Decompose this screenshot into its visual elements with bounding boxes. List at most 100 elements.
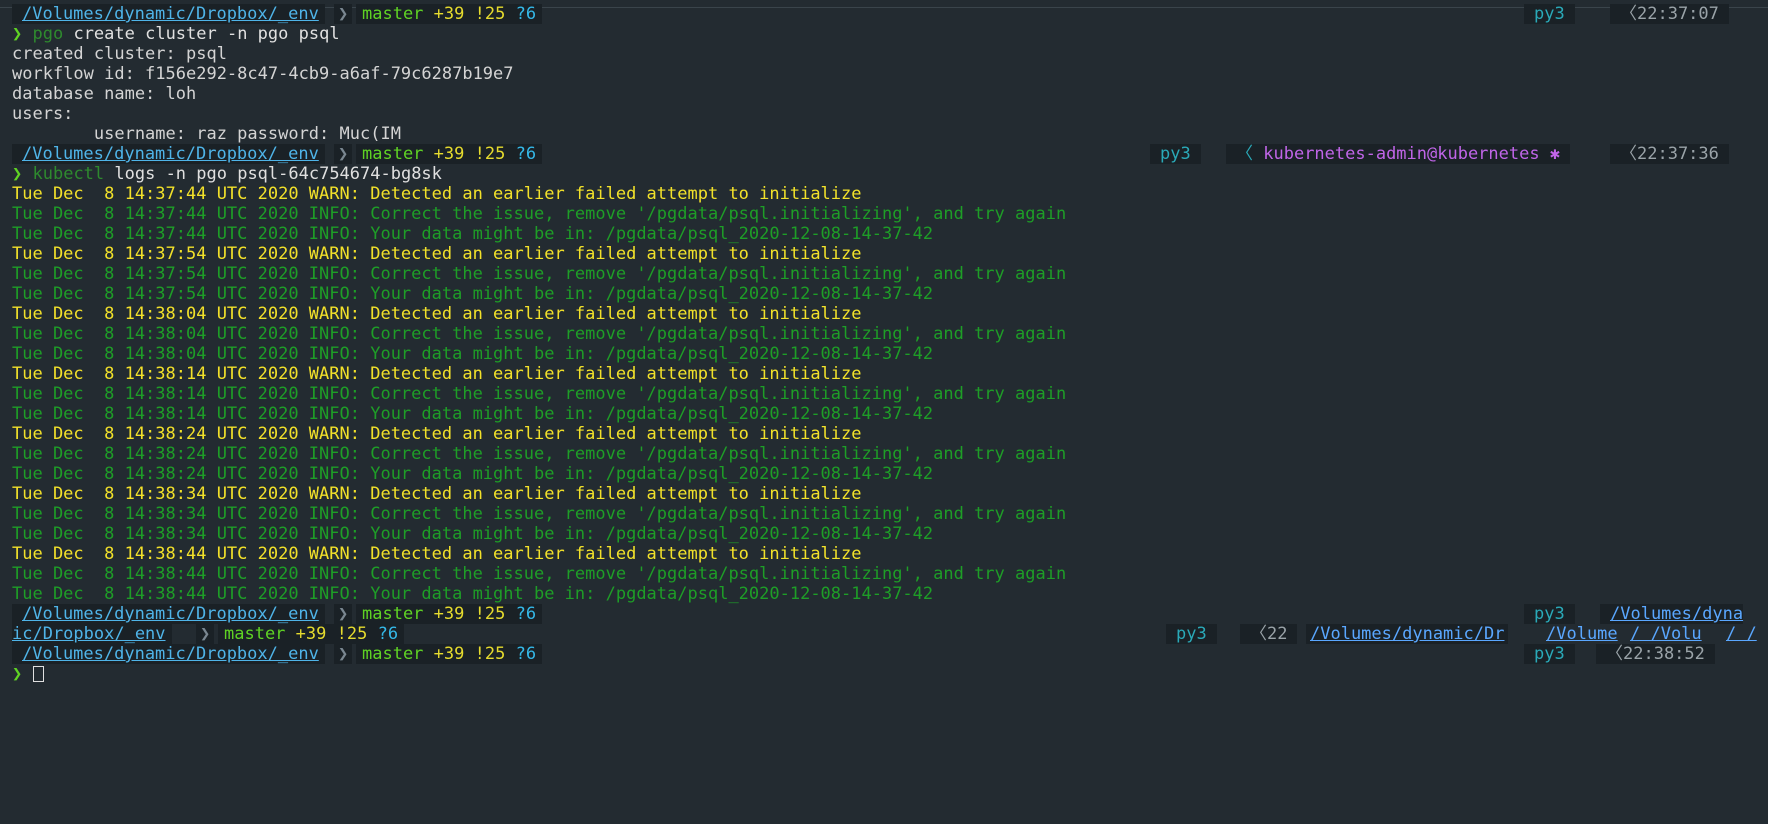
right-prompt-path: / / <box>1726 624 1757 644</box>
git-status: master +39 !25 ?6 <box>218 624 405 644</box>
clock-time: 22 <box>1267 624 1288 644</box>
log-line-info: Tue Dec 8 14:37:44 UTC 2020 INFO: Your d… <box>0 224 1768 244</box>
git-branch: master <box>362 4 424 24</box>
git-modified: !25 <box>336 624 368 644</box>
log-line-info: Tue Dec 8 14:38:14 UTC 2020 INFO: Your d… <box>0 404 1768 424</box>
kubernetes-icon: ✱ <box>1549 144 1561 164</box>
log-line-info: Tue Dec 8 14:37:54 UTC 2020 INFO: Correc… <box>0 264 1768 284</box>
log-text: Tue Dec 8 14:38:14 UTC 2020 WARN: Detect… <box>12 364 862 384</box>
log-line-warn: Tue Dec 8 14:38:44 UTC 2020 WARN: Detect… <box>0 544 1768 564</box>
git-modified: !25 <box>474 604 506 624</box>
git-ahead: +39 <box>433 604 465 624</box>
prompt-time: 〈22:37:07 <box>1610 4 1729 24</box>
git-status: master +39 !25 ?6 <box>356 644 543 664</box>
log-text: Tue Dec 8 14:38:34 UTC 2020 INFO: Correc… <box>12 504 1067 524</box>
command-text: ❯ pgo create cluster -n pgo psql <box>12 24 340 44</box>
log-text: Tue Dec 8 14:38:44 UTC 2020 INFO: Correc… <box>12 564 1067 584</box>
command-program: kubectl <box>32 164 105 184</box>
prompt-path: /Volumes/dynamic/Dropbox/_env <box>12 644 325 664</box>
log-text: Tue Dec 8 14:38:34 UTC 2020 WARN: Detect… <box>12 484 862 504</box>
prompt-time: 〈22:38:52 <box>1596 644 1715 664</box>
log-text: Tue Dec 8 14:38:24 UTC 2020 INFO: Your d… <box>12 464 934 484</box>
command-input[interactable]: ❯ <box>12 664 44 684</box>
command-input-line[interactable]: ❯ <box>0 664 1768 684</box>
chevron-left-icon: 〈 <box>1250 624 1267 644</box>
prompt-bar-4: /Volumes/dynamic/Dropbox/_env ❯ master +… <box>0 644 1768 664</box>
git-untracked: ?6 <box>515 144 537 164</box>
git-modified: !25 <box>474 4 506 24</box>
log-text: Tue Dec 8 14:37:44 UTC 2020 INFO: Correc… <box>12 204 1067 224</box>
python-env: py3 <box>1150 144 1201 164</box>
chevron-right-icon: ❯ <box>334 4 353 24</box>
clock-time: 22:38:52 <box>1623 644 1705 664</box>
log-line-info: Tue Dec 8 14:38:44 UTC 2020 INFO: Correc… <box>0 564 1768 584</box>
log-text: Tue Dec 8 14:37:44 UTC 2020 WARN: Detect… <box>12 184 862 204</box>
log-line-info: Tue Dec 8 14:38:24 UTC 2020 INFO: Your d… <box>0 464 1768 484</box>
log-text: Tue Dec 8 14:37:54 UTC 2020 WARN: Detect… <box>12 244 862 264</box>
text-cursor <box>32 666 44 682</box>
command-text: ❯ kubectl logs -n pgo psql-64c754674-bg8… <box>12 164 442 184</box>
git-untracked: ?6 <box>515 4 537 24</box>
right-prompt-path: /Volume <box>1546 624 1618 644</box>
git-untracked: ?6 <box>377 624 399 644</box>
prompt-path: /Volumes/dynamic/Dropbox/_env <box>12 144 325 164</box>
log-text: Tue Dec 8 14:38:04 UTC 2020 WARN: Detect… <box>12 304 862 324</box>
prompt-time: 〈22:37:36 <box>1610 144 1729 164</box>
python-env: py3 <box>1166 624 1217 644</box>
log-line-info: Tue Dec 8 14:38:14 UTC 2020 INFO: Correc… <box>0 384 1768 404</box>
output-line: database name: loh <box>0 84 1768 104</box>
git-status: master +39 !25 ?6 <box>356 4 543 24</box>
log-line-warn: Tue Dec 8 14:37:54 UTC 2020 WARN: Detect… <box>0 244 1768 264</box>
log-line-warn: Tue Dec 8 14:38:04 UTC 2020 WARN: Detect… <box>0 304 1768 324</box>
git-branch: master <box>224 624 286 644</box>
python-env: py3 <box>1524 644 1575 664</box>
command-line-2: ❯ kubectl logs -n pgo psql-64c754674-bg8… <box>0 164 1768 184</box>
log-line-info: Tue Dec 8 14:38:34 UTC 2020 INFO: Your d… <box>0 524 1768 544</box>
log-text: Tue Dec 8 14:38:04 UTC 2020 INFO: Your d… <box>12 344 934 364</box>
prompt-arrow-icon: ❯ <box>12 164 23 184</box>
prompt-path: /Volumes/dynamic/Dropbox/_env <box>12 4 325 24</box>
log-text: Tue Dec 8 14:37:44 UTC 2020 INFO: Your d… <box>12 224 934 244</box>
git-status: master +39 !25 ?6 <box>356 144 543 164</box>
chevron-right-icon: ❯ <box>334 604 353 624</box>
python-env: py3 <box>1524 4 1575 24</box>
log-text: Tue Dec 8 14:38:44 UTC 2020 WARN: Detect… <box>12 544 862 564</box>
log-line-warn: Tue Dec 8 14:37:44 UTC 2020 WARN: Detect… <box>0 184 1768 204</box>
output-line: created cluster: psql <box>0 44 1768 64</box>
command-line-1: ❯ pgo create cluster -n pgo psql <box>0 24 1768 44</box>
right-prompt-path: /Volumes/dynamic/Dr <box>1306 624 1509 644</box>
log-text: Tue Dec 8 14:38:14 UTC 2020 INFO: Correc… <box>12 384 1067 404</box>
chevron-right-icon: ❯ <box>334 144 353 164</box>
git-branch: master <box>362 644 424 664</box>
kube-context-name: kubernetes-admin@kubernetes <box>1263 144 1540 164</box>
right-prompt-path: / /Volu <box>1630 624 1702 644</box>
git-ahead: +39 <box>433 4 465 24</box>
log-line-info: Tue Dec 8 14:38:44 UTC 2020 INFO: Your d… <box>0 584 1768 604</box>
prompt-bar-1: /Volumes/dynamic/Dropbox/_env ❯ master +… <box>0 4 1768 24</box>
git-status: master +39 !25 ?6 <box>356 604 543 624</box>
output-text: workflow id: f156e292-8c47-4cb9-a6af-79c… <box>12 64 514 84</box>
log-line-warn: Tue Dec 8 14:38:34 UTC 2020 WARN: Detect… <box>0 484 1768 504</box>
python-env: py3 <box>1524 604 1575 624</box>
prompt-bar-3-wrap: ic/Dropbox/_env ❯ master +39 !25 ?6 py3 … <box>0 624 1768 644</box>
prompt-path-tail: ic/Dropbox/_env <box>12 624 172 644</box>
log-text: Tue Dec 8 14:38:24 UTC 2020 INFO: Correc… <box>12 444 1067 464</box>
chevron-left-icon: 〈 <box>1606 644 1623 664</box>
log-text: Tue Dec 8 14:38:44 UTC 2020 INFO: Your d… <box>12 584 934 604</box>
log-text: Tue Dec 8 14:37:54 UTC 2020 INFO: Your d… <box>12 284 934 304</box>
output-text: username: raz password: Muc(IM <box>12 124 401 144</box>
log-text: Tue Dec 8 14:37:54 UTC 2020 INFO: Correc… <box>12 264 1067 284</box>
output-text: database name: loh <box>12 84 197 104</box>
right-prompt-path: /Volumes/dyna <box>1600 604 1744 624</box>
git-branch: master <box>362 144 424 164</box>
chevron-left-icon: 〈 <box>1236 144 1253 164</box>
log-text: Tue Dec 8 14:38:04 UTC 2020 INFO: Correc… <box>12 324 1067 344</box>
prompt-bar-2: /Volumes/dynamic/Dropbox/_env ❯ master +… <box>0 144 1768 164</box>
git-untracked: ?6 <box>515 604 537 624</box>
git-branch: master <box>362 604 424 624</box>
log-text: Tue Dec 8 14:38:14 UTC 2020 INFO: Your d… <box>12 404 934 424</box>
log-line-info: Tue Dec 8 14:38:24 UTC 2020 INFO: Correc… <box>0 444 1768 464</box>
log-text: Tue Dec 8 14:38:34 UTC 2020 INFO: Your d… <box>12 524 934 544</box>
kube-context: 〈 kubernetes-admin@kubernetes ✱ <box>1226 144 1571 164</box>
log-line-info: Tue Dec 8 14:38:04 UTC 2020 INFO: Your d… <box>0 344 1768 364</box>
